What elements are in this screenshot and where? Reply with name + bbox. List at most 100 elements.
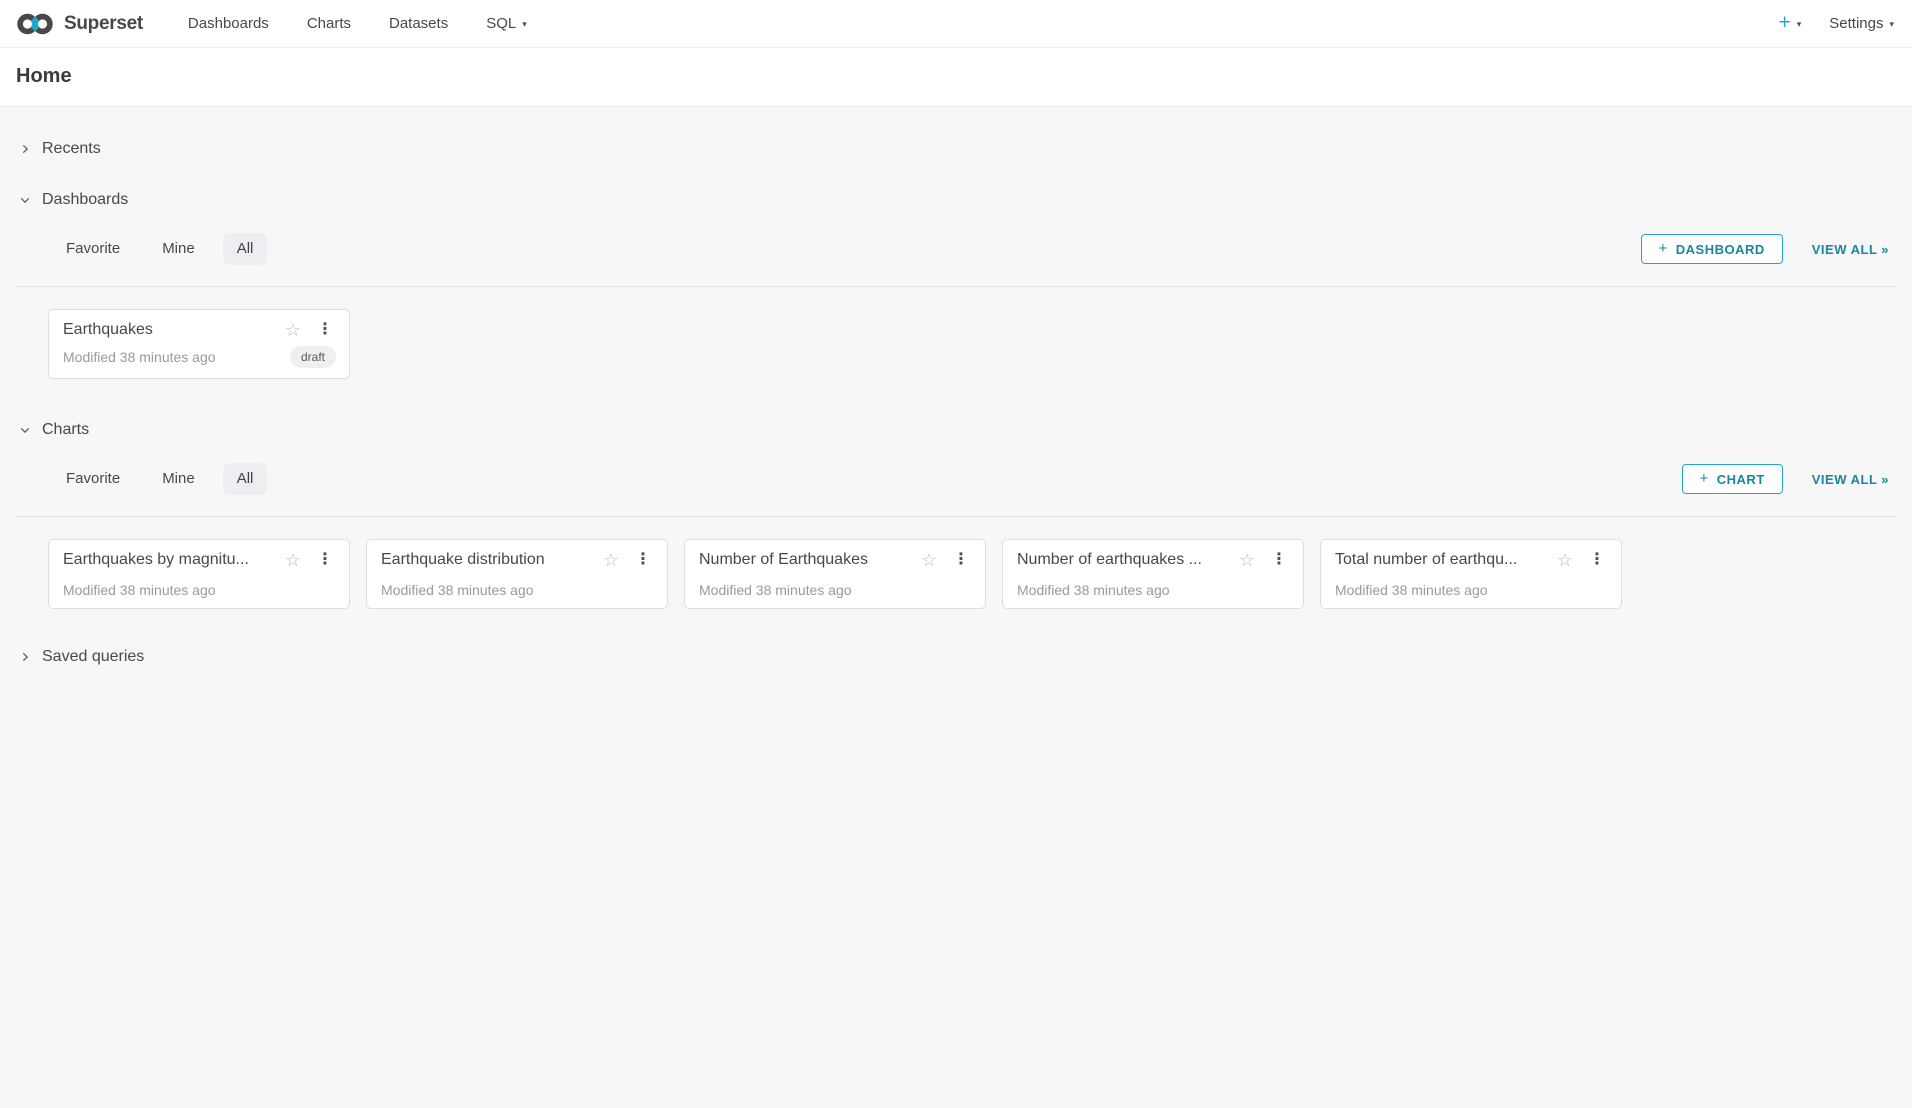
card-modified: Modified 38 minutes ago bbox=[381, 582, 534, 598]
nav-item-label: Dashboards bbox=[188, 15, 269, 32]
section-title: Saved queries bbox=[42, 648, 144, 666]
card-top: Earthquake distribution ☆ ⋮ bbox=[381, 551, 654, 569]
nav-item-charts[interactable]: Charts bbox=[288, 0, 370, 47]
card-bottom: Modified 38 minutes ago bbox=[1335, 582, 1608, 598]
card-modified: Modified 38 minutes ago bbox=[63, 349, 216, 365]
card-bottom: Modified 38 minutes ago bbox=[381, 582, 654, 598]
add-chart-label: CHART bbox=[1717, 472, 1765, 487]
section-header-dashboards[interactable]: Dashboards bbox=[16, 191, 1896, 209]
charts-tabs: Favorite Mine All bbox=[66, 463, 253, 495]
card-modified: Modified 38 minutes ago bbox=[1017, 582, 1170, 598]
kebab-menu-icon[interactable]: ⋮ bbox=[950, 552, 972, 568]
nav-item-label: SQL bbox=[486, 15, 516, 32]
main-nav: Dashboards Charts Datasets SQL ▾ bbox=[169, 0, 546, 47]
page-title-bar: Home bbox=[0, 48, 1912, 107]
card-modified: Modified 38 minutes ago bbox=[1335, 582, 1488, 598]
nav-item-label: Charts bbox=[307, 15, 351, 32]
chevron-down-icon bbox=[19, 194, 31, 206]
chart-card[interactable]: Total number of earthqu... ☆ ⋮ Modified … bbox=[1320, 539, 1622, 609]
card-bottom: Modified 38 minutes ago draft bbox=[63, 346, 336, 368]
card-title: Total number of earthqu... bbox=[1335, 551, 1557, 569]
chart-card[interactable]: Number of Earthquakes ☆ ⋮ Modified 38 mi… bbox=[684, 539, 986, 609]
card-top: Total number of earthqu... ☆ ⋮ bbox=[1335, 551, 1608, 569]
nav-item-sql[interactable]: SQL ▾ bbox=[467, 0, 546, 47]
charts-submenu: Favorite Mine All + CHART VIEW ALL » bbox=[16, 463, 1896, 517]
chevron-right-icon bbox=[19, 651, 31, 663]
favorite-star-icon[interactable]: ☆ bbox=[285, 321, 301, 339]
card-bottom: Modified 38 minutes ago bbox=[699, 582, 972, 598]
card-bottom: Modified 38 minutes ago bbox=[63, 582, 336, 598]
favorite-star-icon[interactable]: ☆ bbox=[603, 551, 619, 569]
kebab-menu-icon[interactable]: ⋮ bbox=[314, 322, 336, 338]
section-title: Charts bbox=[42, 421, 89, 439]
caret-down-icon: ▾ bbox=[522, 20, 527, 29]
charts-actions: + CHART VIEW ALL » bbox=[1682, 464, 1897, 494]
kebab-menu-icon[interactable]: ⋮ bbox=[1586, 552, 1608, 568]
caret-down-icon: ▾ bbox=[1889, 20, 1894, 29]
dashboard-card-earthquakes[interactable]: Earthquakes ☆ ⋮ Modified 38 minutes ago … bbox=[48, 309, 350, 379]
chart-card[interactable]: Earthquake distribution ☆ ⋮ Modified 38 … bbox=[366, 539, 668, 609]
favorite-star-icon[interactable]: ☆ bbox=[285, 551, 301, 569]
tab-all[interactable]: All bbox=[223, 463, 268, 495]
view-all-dashboards-link[interactable]: VIEW ALL » bbox=[1812, 242, 1889, 257]
caret-down-icon: ▾ bbox=[1797, 20, 1802, 29]
tab-all[interactable]: All bbox=[223, 233, 268, 265]
navbar: Superset Dashboards Charts Datasets SQL … bbox=[0, 0, 1912, 48]
home-content: Recents Dashboards Favorite Mine All + D… bbox=[0, 140, 1912, 666]
kebab-menu-icon[interactable]: ⋮ bbox=[632, 552, 654, 568]
chevron-right-icon bbox=[19, 143, 31, 155]
superset-infinity-icon bbox=[16, 11, 55, 37]
brand-name: Superset bbox=[64, 13, 143, 35]
charts-card-row: Earthquakes by magnitu... ☆ ⋮ Modified 3… bbox=[48, 539, 1896, 609]
tab-mine[interactable]: Mine bbox=[162, 463, 195, 495]
nav-item-datasets[interactable]: Datasets bbox=[370, 0, 467, 47]
card-title: Earthquake distribution bbox=[381, 551, 603, 569]
tab-favorite[interactable]: Favorite bbox=[66, 233, 120, 265]
navbar-right: + ▾ Settings ▾ bbox=[1778, 13, 1898, 34]
favorite-star-icon[interactable]: ☆ bbox=[1557, 551, 1573, 569]
add-dashboard-button[interactable]: + DASHBOARD bbox=[1641, 234, 1783, 264]
dashboards-tabs: Favorite Mine All bbox=[66, 233, 253, 265]
card-title: Earthquakes bbox=[63, 321, 285, 339]
plus-icon: + bbox=[1700, 470, 1709, 487]
card-title: Earthquakes by magnitu... bbox=[63, 551, 285, 569]
card-modified: Modified 38 minutes ago bbox=[63, 582, 216, 598]
tab-favorite[interactable]: Favorite bbox=[66, 463, 120, 495]
add-dashboard-label: DASHBOARD bbox=[1676, 242, 1765, 257]
card-top: Number of Earthquakes ☆ ⋮ bbox=[699, 551, 972, 569]
add-chart-button[interactable]: + CHART bbox=[1682, 464, 1783, 494]
new-item-menu-button[interactable]: + ▾ bbox=[1778, 13, 1801, 34]
nav-item-label: Datasets bbox=[389, 15, 448, 32]
dashboards-card-row: Earthquakes ☆ ⋮ Modified 38 minutes ago … bbox=[48, 309, 1896, 379]
card-top: Number of earthquakes ... ☆ ⋮ bbox=[1017, 551, 1290, 569]
favorite-star-icon[interactable]: ☆ bbox=[921, 551, 937, 569]
tab-mine[interactable]: Mine bbox=[162, 233, 195, 265]
card-modified: Modified 38 minutes ago bbox=[699, 582, 852, 598]
section-header-charts[interactable]: Charts bbox=[16, 421, 1896, 439]
dashboards-submenu: Favorite Mine All + DASHBOARD VIEW ALL » bbox=[16, 233, 1896, 287]
settings-label: Settings bbox=[1829, 15, 1883, 32]
nav-item-dashboards[interactable]: Dashboards bbox=[169, 0, 288, 47]
status-badge: draft bbox=[290, 346, 336, 368]
card-title: Number of Earthquakes bbox=[699, 551, 921, 569]
settings-menu-button[interactable]: Settings ▾ bbox=[1829, 15, 1894, 32]
card-top: Earthquakes ☆ ⋮ bbox=[63, 321, 336, 339]
kebab-menu-icon[interactable]: ⋮ bbox=[314, 552, 336, 568]
kebab-menu-icon[interactable]: ⋮ bbox=[1268, 552, 1290, 568]
view-all-charts-link[interactable]: VIEW ALL » bbox=[1812, 472, 1889, 487]
plus-icon: + bbox=[1778, 12, 1790, 33]
plus-icon: + bbox=[1659, 240, 1668, 257]
card-top: Earthquakes by magnitu... ☆ ⋮ bbox=[63, 551, 336, 569]
favorite-star-icon[interactable]: ☆ bbox=[1239, 551, 1255, 569]
section-header-saved-queries[interactable]: Saved queries bbox=[16, 648, 1896, 666]
page-title: Home bbox=[16, 65, 1896, 88]
chart-card[interactable]: Number of earthquakes ... ☆ ⋮ Modified 3… bbox=[1002, 539, 1304, 609]
dashboards-actions: + DASHBOARD VIEW ALL » bbox=[1641, 234, 1897, 264]
chart-card[interactable]: Earthquakes by magnitu... ☆ ⋮ Modified 3… bbox=[48, 539, 350, 609]
card-bottom: Modified 38 minutes ago bbox=[1017, 582, 1290, 598]
section-title: Recents bbox=[42, 140, 101, 158]
section-title: Dashboards bbox=[42, 191, 128, 209]
chevron-down-icon bbox=[19, 424, 31, 436]
superset-logo[interactable]: Superset bbox=[16, 11, 143, 37]
section-header-recents[interactable]: Recents bbox=[16, 140, 1896, 158]
